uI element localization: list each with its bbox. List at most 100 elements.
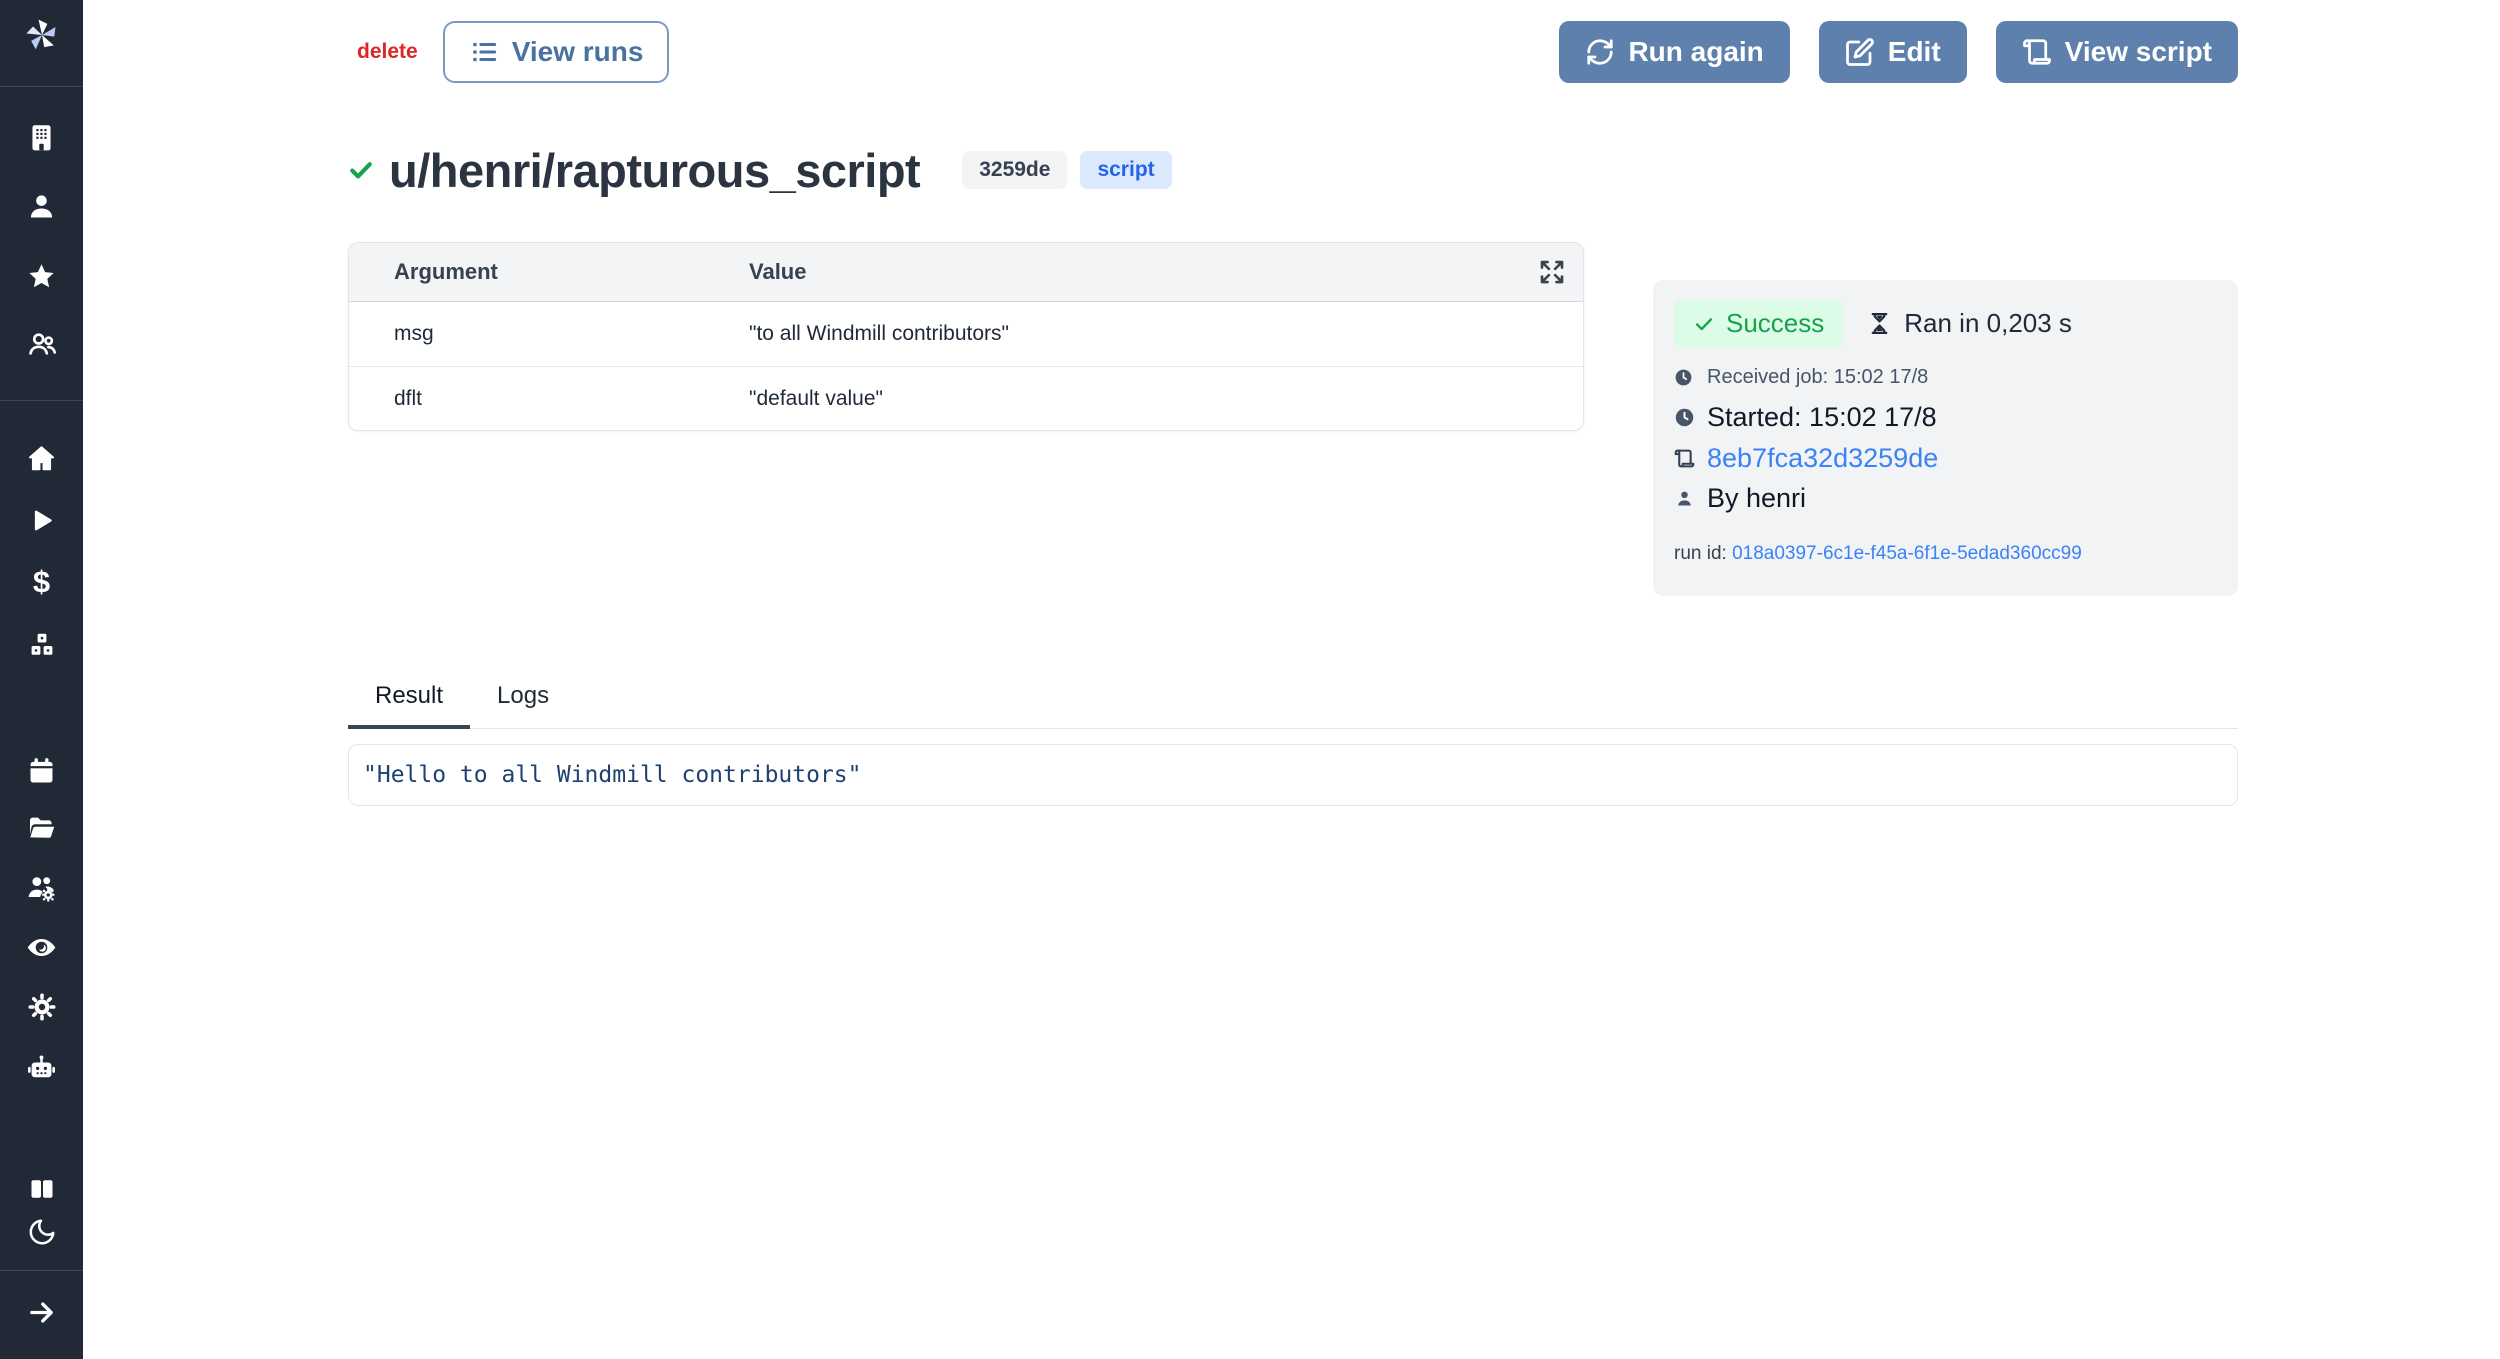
scroll-icon xyxy=(1674,448,1695,469)
run-id-label: run id: xyxy=(1674,543,1727,564)
refresh-icon xyxy=(1585,37,1615,67)
sidebar-divider xyxy=(0,400,83,401)
sidebar-item-workers[interactable] xyxy=(0,1048,83,1088)
run-again-label: Run again xyxy=(1628,36,1763,68)
sidebar-item-favorites[interactable] xyxy=(0,256,83,296)
sidebar-item-settings[interactable] xyxy=(0,987,83,1027)
sidebar-divider xyxy=(0,1270,83,1271)
result-panel: "Hello to all Windmill contributors" xyxy=(348,744,2238,806)
duration-label: Ran in 0,203 s xyxy=(1904,308,2072,339)
calendar-icon xyxy=(26,755,57,786)
argument-name: dflt xyxy=(349,387,749,411)
star-icon xyxy=(26,261,57,292)
pencil-square-icon xyxy=(1845,37,1875,67)
page-title: u/henri/rapturous_script xyxy=(389,143,920,198)
received-job-line: Received job: 15:02 17/8 xyxy=(1674,366,2217,389)
argument-value: "to all Windmill contributors" xyxy=(749,322,1583,346)
folder-open-icon xyxy=(26,812,58,844)
tab-result[interactable]: Result xyxy=(348,682,470,729)
status-label: Success xyxy=(1726,308,1824,339)
check-icon xyxy=(347,156,375,184)
sidebar-item-schedules[interactable] xyxy=(0,750,83,790)
windmill-logo[interactable] xyxy=(0,15,83,55)
sidebar-item-audit-logs[interactable] xyxy=(0,927,83,967)
sidebar-item-docs[interactable] xyxy=(0,1169,83,1209)
gear-icon xyxy=(26,991,58,1023)
arguments-table: Argument Value msg "to all Windmill cont… xyxy=(348,242,1584,431)
started-line: Started: 15:02 17/8 xyxy=(1674,402,2217,433)
moon-icon xyxy=(27,1217,57,1247)
hash-badge: 3259de xyxy=(962,151,1067,189)
run-id-link[interactable]: 018a0397-6c1e-f45a-6f1e-5edad360cc99 xyxy=(1732,543,2082,564)
clock-icon xyxy=(1674,407,1695,428)
building-icon xyxy=(26,122,57,153)
sidebar-item-users[interactable] xyxy=(0,324,83,364)
column-header-value: Value xyxy=(749,259,1583,285)
title-row: u/henri/rapturous_script 3259de script xyxy=(347,140,1172,200)
received-job-label: Received job: 15:02 17/8 xyxy=(1707,366,1928,389)
eye-icon xyxy=(25,931,58,964)
sidebar-item-dark-mode[interactable] xyxy=(0,1212,83,1252)
job-link-line: 8eb7fca32d3259de xyxy=(1674,443,2217,474)
edit-label: Edit xyxy=(1888,36,1941,68)
person-icon xyxy=(1674,488,1695,509)
clock-icon xyxy=(1674,368,1693,387)
books-icon xyxy=(27,1174,57,1204)
topbar: delete View runs Run again xyxy=(348,21,2238,83)
run-author-label: By henri xyxy=(1707,483,1806,514)
column-header-argument: Argument xyxy=(349,259,749,285)
run-page: $ xyxy=(0,0,2500,1359)
home-icon xyxy=(26,443,57,474)
list-icon xyxy=(469,37,499,67)
delete-button[interactable]: delete xyxy=(357,40,418,64)
robot-icon xyxy=(25,1052,58,1085)
view-runs-label: View runs xyxy=(512,36,644,68)
run-duration: Ran in 0,203 s xyxy=(1867,308,2072,339)
edit-button[interactable]: Edit xyxy=(1819,21,1967,83)
expand-icon xyxy=(1537,257,1567,287)
run-again-button[interactable]: Run again xyxy=(1559,21,1789,83)
cubes-icon xyxy=(26,630,58,662)
action-buttons: Run again Edit View script xyxy=(1559,21,2238,83)
sidebar-item-runs[interactable] xyxy=(0,500,83,540)
table-row: msg "to all Windmill contributors" xyxy=(349,302,1583,366)
argument-name: msg xyxy=(349,322,749,346)
users-gear-icon xyxy=(25,872,58,905)
check-icon xyxy=(1693,313,1715,335)
users-icon xyxy=(26,328,58,360)
sidebar: $ xyxy=(0,0,83,1359)
sidebar-item-user[interactable] xyxy=(0,186,83,226)
arrow-right-icon xyxy=(26,1297,57,1328)
status-badge: Success xyxy=(1674,299,1843,348)
run-info-panel: Success Ran in 0,203 s xyxy=(1653,280,2238,596)
play-icon xyxy=(27,506,56,535)
scroll-icon xyxy=(2022,37,2052,67)
expand-table-button[interactable] xyxy=(1535,255,1569,289)
sidebar-item-workspace[interactable] xyxy=(0,117,83,157)
table-header: Argument Value xyxy=(349,243,1583,302)
sidebar-item-home[interactable] xyxy=(0,438,83,478)
run-author-line: By henri xyxy=(1674,483,2217,514)
view-script-button[interactable]: View script xyxy=(1996,21,2238,83)
sidebar-item-folders[interactable] xyxy=(0,808,83,848)
hourglass-icon xyxy=(1867,311,1892,336)
argument-value: "default value" xyxy=(749,387,1583,411)
sidebar-item-variables[interactable]: $ xyxy=(0,562,83,602)
result-value: "Hello to all Windmill contributors" xyxy=(363,762,862,788)
started-label: Started: 15:02 17/8 xyxy=(1707,402,1937,433)
user-icon xyxy=(26,191,57,222)
sidebar-item-groups[interactable] xyxy=(0,868,83,908)
type-badge: script xyxy=(1080,151,1171,189)
table-row: dflt "default value" xyxy=(349,366,1583,430)
job-hash-link[interactable]: 8eb7fca32d3259de xyxy=(1707,443,1938,474)
run-id-line: run id: 018a0397-6c1e-f45a-6f1e-5edad360… xyxy=(1674,543,2217,565)
tab-logs[interactable]: Logs xyxy=(470,682,576,729)
sidebar-divider xyxy=(0,86,83,87)
dollar-icon: $ xyxy=(33,564,50,600)
view-runs-button[interactable]: View runs xyxy=(443,21,670,83)
sidebar-expand-button[interactable] xyxy=(0,1292,83,1332)
result-tabs: Result Logs xyxy=(348,682,2238,729)
sidebar-item-resources[interactable] xyxy=(0,626,83,666)
view-script-label: View script xyxy=(2065,36,2212,68)
windmill-logo-icon xyxy=(19,12,65,58)
